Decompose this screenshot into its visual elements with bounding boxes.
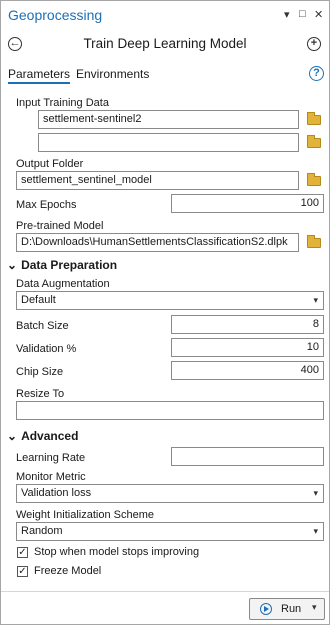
resize-to-field[interactable] bbox=[16, 401, 324, 420]
advanced-title: Advanced bbox=[21, 429, 79, 443]
max-epochs-field[interactable]: 100 bbox=[171, 194, 324, 213]
add-to-project-button[interactable]: + bbox=[307, 37, 321, 51]
output-folder-label: Output Folder bbox=[16, 158, 84, 170]
maximize-icon[interactable]: □ bbox=[299, 8, 306, 20]
stop-improving-label: Stop when model stops improving bbox=[34, 546, 200, 558]
data-augmentation-select[interactable]: Default ▾ bbox=[16, 291, 324, 310]
data-preparation-section[interactable]: ⌄ Data Preparation bbox=[7, 258, 117, 272]
stop-improving-checkbox[interactable]: ✓ bbox=[17, 547, 28, 558]
geoprocessing-pane: Geoprocessing ▾ □ ✕ ← Train Deep Learnin… bbox=[0, 0, 330, 625]
data-preparation-title: Data Preparation bbox=[21, 258, 118, 272]
chevron-down-icon: ▾ bbox=[313, 526, 318, 536]
monitor-metric-label: Monitor Metric bbox=[16, 471, 86, 483]
footer-divider bbox=[1, 591, 329, 592]
tab-parameters[interactable]: Parameters bbox=[8, 67, 71, 84]
pane-menu-icon[interactable]: ▾ bbox=[284, 8, 290, 21]
chip-size-field[interactable]: 400 bbox=[171, 361, 324, 380]
close-icon[interactable]: ✕ bbox=[314, 8, 323, 21]
resize-to-label: Resize To bbox=[16, 388, 65, 400]
browse-folder-icon[interactable] bbox=[307, 135, 321, 148]
browse-folder-icon[interactable] bbox=[307, 112, 321, 125]
browse-folder-icon[interactable] bbox=[307, 235, 321, 248]
batch-size-field[interactable]: 8 bbox=[171, 315, 324, 334]
add-icon: + bbox=[310, 37, 318, 49]
input-training-data-field-2[interactable] bbox=[38, 133, 299, 152]
monitor-metric-value: Validation loss bbox=[21, 487, 92, 499]
chip-size-label: Chip Size bbox=[16, 366, 64, 378]
monitor-metric-select[interactable]: Validation loss ▾ bbox=[16, 484, 324, 503]
chevron-down-icon: ▾ bbox=[313, 295, 318, 305]
pretrained-model-label: Pre-trained Model bbox=[16, 220, 104, 232]
pretrained-model-field[interactable]: D:\Downloads\HumanSettlementsClassificat… bbox=[16, 233, 299, 252]
pane-title: Geoprocessing bbox=[8, 7, 103, 23]
validation-label: Validation % bbox=[16, 343, 77, 355]
checkmark-icon: ✓ bbox=[18, 547, 27, 558]
chevron-down-icon[interactable]: ▾ bbox=[312, 602, 317, 613]
learning-rate-field[interactable] bbox=[171, 447, 324, 466]
batch-size-label: Batch Size bbox=[16, 320, 69, 332]
output-folder-field[interactable]: settlement_sentinel_model bbox=[16, 171, 299, 190]
data-augmentation-value: Default bbox=[21, 294, 56, 306]
input-training-data-field-1[interactable]: settlement-sentinel2 bbox=[38, 110, 299, 129]
run-button[interactable]: Run ▾ bbox=[249, 598, 325, 620]
browse-folder-icon[interactable] bbox=[307, 173, 321, 186]
weight-init-label: Weight Initialization Scheme bbox=[16, 509, 154, 521]
weight-init-value: Random bbox=[21, 525, 63, 537]
validation-field[interactable]: 10 bbox=[171, 338, 324, 357]
freeze-model-label: Freeze Model bbox=[34, 565, 102, 577]
chevron-down-icon: ⌄ bbox=[7, 258, 18, 272]
tool-title: Train Deep Learning Model bbox=[83, 36, 247, 51]
max-epochs-label: Max Epochs bbox=[16, 199, 77, 211]
chevron-down-icon: ▾ bbox=[313, 488, 318, 498]
checkmark-icon: ✓ bbox=[18, 566, 27, 577]
input-training-data-label: Input Training Data bbox=[16, 97, 109, 109]
freeze-model-checkbox[interactable]: ✓ bbox=[17, 566, 28, 577]
advanced-section[interactable]: ⌄ Advanced bbox=[7, 429, 78, 443]
data-augmentation-label: Data Augmentation bbox=[16, 278, 110, 290]
learning-rate-label: Learning Rate bbox=[16, 452, 86, 464]
weight-init-select[interactable]: Random ▾ bbox=[16, 522, 324, 541]
tab-environments[interactable]: Environments bbox=[76, 67, 149, 81]
help-icon[interactable]: ? bbox=[309, 66, 324, 81]
run-icon bbox=[260, 603, 272, 615]
run-label: Run bbox=[281, 603, 302, 615]
chevron-down-icon: ⌄ bbox=[7, 429, 18, 443]
